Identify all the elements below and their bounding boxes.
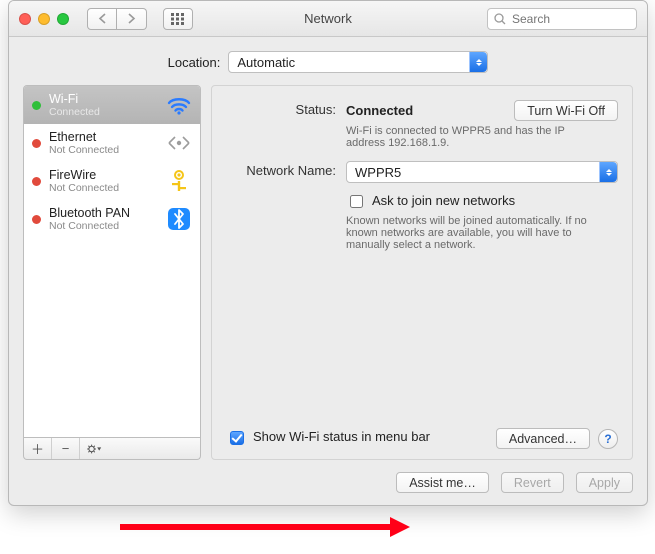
- status-value: Connected: [346, 103, 413, 118]
- chevron-right-icon: [127, 13, 136, 24]
- close-window-button[interactable]: [19, 13, 31, 25]
- gear-icon: [86, 443, 102, 455]
- show-status-label: Show Wi-Fi status in menu bar: [253, 429, 430, 444]
- ask-join-row: Ask to join new networks: [346, 193, 618, 211]
- sidebar-footer: ＋ −: [23, 438, 201, 460]
- service-item-firewire[interactable]: FireWire Not Connected: [24, 162, 200, 200]
- service-item-wifi[interactable]: Wi-Fi Connected: [24, 86, 200, 124]
- assist-me-button[interactable]: Assist me…: [396, 472, 489, 493]
- service-status: Not Connected: [49, 220, 158, 232]
- forward-button[interactable]: [117, 8, 147, 30]
- service-item-ethernet[interactable]: Ethernet Not Connected: [24, 124, 200, 162]
- ethernet-icon: [166, 130, 192, 156]
- show-status-row: Show Wi-Fi status in menu bar: [226, 429, 430, 448]
- sidebar: Wi-Fi Connected Ethernet Not Connected: [23, 85, 201, 460]
- service-status: Connected: [49, 106, 158, 118]
- popup-arrows-icon: [599, 162, 617, 182]
- service-list[interactable]: Wi-Fi Connected Ethernet Not Connected: [23, 85, 201, 438]
- detail-bottom: Show Wi-Fi status in menu bar Advanced… …: [226, 428, 618, 449]
- service-actions-button[interactable]: [80, 438, 108, 459]
- service-name: Bluetooth PAN: [49, 206, 158, 220]
- show-status-checkbox[interactable]: [230, 431, 244, 445]
- service-meta: Ethernet Not Connected: [49, 130, 158, 156]
- status-dot-icon: [32, 177, 41, 186]
- revert-button[interactable]: Revert: [501, 472, 564, 493]
- network-name-popup[interactable]: WPPR5: [346, 161, 618, 183]
- wifi-icon: [166, 92, 192, 118]
- service-name: FireWire: [49, 168, 158, 182]
- zoom-window-button[interactable]: [57, 13, 69, 25]
- button-row: Assist me… Revert Apply: [9, 462, 647, 493]
- detail-panel: Status: Connected Turn Wi-Fi Off Wi-Fi i…: [211, 85, 633, 460]
- popup-arrows-icon: [469, 52, 487, 72]
- service-name: Wi-Fi: [49, 92, 158, 106]
- advanced-button[interactable]: Advanced…: [496, 428, 590, 449]
- location-label: Location:: [168, 55, 221, 70]
- location-popup[interactable]: Automatic: [228, 51, 488, 73]
- back-button[interactable]: [87, 8, 117, 30]
- show-all-button[interactable]: [163, 8, 193, 30]
- network-name-label: Network Name:: [226, 161, 336, 178]
- apply-button[interactable]: Apply: [576, 472, 633, 493]
- status-dot-icon: [32, 101, 41, 110]
- location-row: Location: Automatic: [9, 37, 647, 85]
- annotation-arrow: [120, 520, 410, 534]
- status-description: Wi-Fi is connected to WPPR5 and has the …: [346, 125, 606, 149]
- detail-inner: Status: Connected Turn Wi-Fi Off Wi-Fi i…: [211, 85, 633, 460]
- add-service-button[interactable]: ＋: [24, 438, 52, 459]
- titlebar: Network: [9, 1, 647, 37]
- service-name: Ethernet: [49, 130, 158, 144]
- status-dot-icon: [32, 139, 41, 148]
- bluetooth-icon: [166, 206, 192, 232]
- service-meta: FireWire Not Connected: [49, 168, 158, 194]
- status-label: Status:: [226, 100, 336, 117]
- search-input[interactable]: [510, 11, 648, 27]
- service-status: Not Connected: [49, 182, 158, 194]
- minimize-window-button[interactable]: [38, 13, 50, 25]
- network-name-value: WPPR5: [355, 165, 401, 180]
- service-meta: Wi-Fi Connected: [49, 92, 158, 118]
- window-controls: [19, 13, 69, 25]
- body: Wi-Fi Connected Ethernet Not Connected: [9, 85, 647, 460]
- grid-icon: [171, 13, 185, 25]
- service-item-bluetooth[interactable]: Bluetooth PAN Not Connected: [24, 200, 200, 238]
- search-field[interactable]: [487, 8, 637, 30]
- chevron-left-icon: [98, 13, 107, 24]
- status-row: Status: Connected Turn Wi-Fi Off Wi-Fi i…: [226, 100, 618, 149]
- firewire-icon: [166, 168, 192, 194]
- nav-buttons: [87, 8, 147, 30]
- location-value: Automatic: [237, 55, 295, 70]
- wifi-toggle-button[interactable]: Turn Wi-Fi Off: [514, 100, 618, 121]
- ask-join-hint: Known networks will be joined automatica…: [346, 215, 606, 251]
- ask-join-label: Ask to join new networks: [372, 193, 515, 208]
- service-status: Not Connected: [49, 144, 158, 156]
- remove-service-button[interactable]: −: [52, 438, 80, 459]
- network-preferences-window: Network Location: Automatic Wi-Fi Connec…: [8, 0, 648, 506]
- network-name-row: Network Name: WPPR5 Ask to join new netw…: [226, 161, 618, 251]
- search-icon: [494, 13, 506, 25]
- status-dot-icon: [32, 215, 41, 224]
- help-button[interactable]: ?: [598, 429, 618, 449]
- service-meta: Bluetooth PAN Not Connected: [49, 206, 158, 232]
- ask-join-checkbox[interactable]: [350, 195, 363, 208]
